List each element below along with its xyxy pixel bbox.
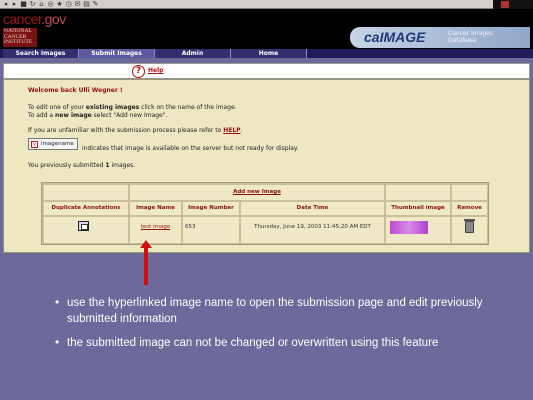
search-icon[interactable]: ◎ (47, 0, 54, 8)
thumbnail-cell (386, 217, 450, 243)
thumbnail-image[interactable] (390, 221, 428, 234)
instruction-add: To add a new image select "Add new Image… (28, 112, 168, 119)
col-header-image-number: Image Number (183, 202, 239, 215)
note-item: • the submitted image can not be changed … (55, 337, 439, 349)
tab-admin[interactable]: Admin (155, 49, 231, 58)
main-nav: Search Images Submit Images Admin Home (0, 49, 533, 58)
back-icon[interactable]: ◂ (2, 0, 9, 8)
edit-icon[interactable]: ✎ (92, 0, 99, 8)
help-link[interactable]: Help (148, 67, 163, 74)
cancer-gov-logo[interactable]: cancer.gov (3, 11, 66, 27)
print-icon[interactable]: ▤ (83, 0, 90, 8)
date-time-cell: Thursday, June 19, 2003 11:45:20 AM EDT (241, 217, 384, 243)
legend-description: indicates that image is available on the… (82, 145, 299, 152)
table-blank-cell (44, 185, 128, 200)
trash-icon[interactable] (464, 219, 475, 233)
brand-name: caIMAGE (364, 29, 426, 45)
browser-toolbar: ◂ ▸ ■ ↻ ⌂ ◎ ★ ◷ ✉ ▤ ✎ (0, 0, 533, 9)
nci-logo[interactable]: NATIONAL CANCER INSTITUTE (3, 28, 37, 47)
table-row-duplicate-cell (44, 217, 128, 243)
brand-subtitle: Cancer Images Database (448, 30, 493, 44)
caimage-brand: caIMAGE Cancer Images Database (350, 27, 530, 48)
legend-imagename: imagename (41, 141, 74, 147)
help-icon[interactable]: ? (132, 65, 145, 78)
help-text-link[interactable]: HELP (223, 127, 240, 134)
note-item: • use the hyperlinked image name to open … (55, 297, 483, 325)
forward-icon[interactable]: ▸ (11, 0, 18, 8)
col-header-image-name: Image Name (130, 202, 181, 215)
submitted-count-text: You previously submitted 1 images. (28, 162, 136, 169)
help-bar: ? Help (3, 63, 530, 79)
tab-submit-images[interactable]: Submit Images (79, 49, 155, 58)
add-new-image-link[interactable]: Add new Image (130, 185, 384, 200)
col-header-thumbnail: Thumbnail image (386, 202, 450, 215)
table-blank-cell (452, 185, 487, 200)
home-icon[interactable]: ⌂ (38, 0, 45, 8)
instruction-edit: To edit one of your existing images clic… (28, 104, 237, 111)
mail-icon[interactable]: ✉ (74, 0, 81, 8)
stop-icon[interactable]: ■ (20, 0, 27, 8)
tab-search-images[interactable]: Search Images (3, 49, 79, 58)
history-icon[interactable]: ◷ (65, 0, 72, 8)
site-header: cancer.gov NATIONAL CANCER INSTITUTE caI… (0, 9, 533, 49)
pointer-arrow (144, 245, 148, 285)
remove-cell (452, 217, 487, 243)
image-name-link[interactable]: test image (130, 217, 181, 243)
tab-home[interactable]: Home (231, 49, 307, 58)
images-table: Add new Image Duplicate Annotations Imag… (41, 182, 489, 245)
col-header-duplicate: Duplicate Annotations (44, 202, 128, 215)
legend-sample: × imagename (28, 138, 78, 150)
welcome-message: Welcome back Ulli Wegner ! (28, 87, 123, 94)
main-content: Welcome back Ulli Wegner ! To edit one o… (3, 79, 530, 253)
duplicate-annotations-icon[interactable] (78, 221, 89, 231)
col-header-date-time: Date Time (241, 202, 384, 215)
image-number-cell: 653 (183, 217, 239, 243)
refresh-icon[interactable]: ↻ (29, 0, 36, 8)
throbber-icon (493, 0, 533, 9)
instruction-help: If you are unfamiliar with the submissio… (28, 127, 243, 134)
favorites-icon[interactable]: ★ (56, 0, 63, 8)
not-ready-icon: × (31, 141, 38, 148)
slide: ◂ ▸ ■ ↻ ⌂ ◎ ★ ◷ ✉ ▤ ✎ cancer.gov NATIONA… (0, 0, 533, 400)
table-blank-cell (386, 185, 450, 200)
col-header-remove: Remove (452, 202, 487, 215)
slide-notes: • use the hyperlinked image name to open … (55, 295, 525, 359)
